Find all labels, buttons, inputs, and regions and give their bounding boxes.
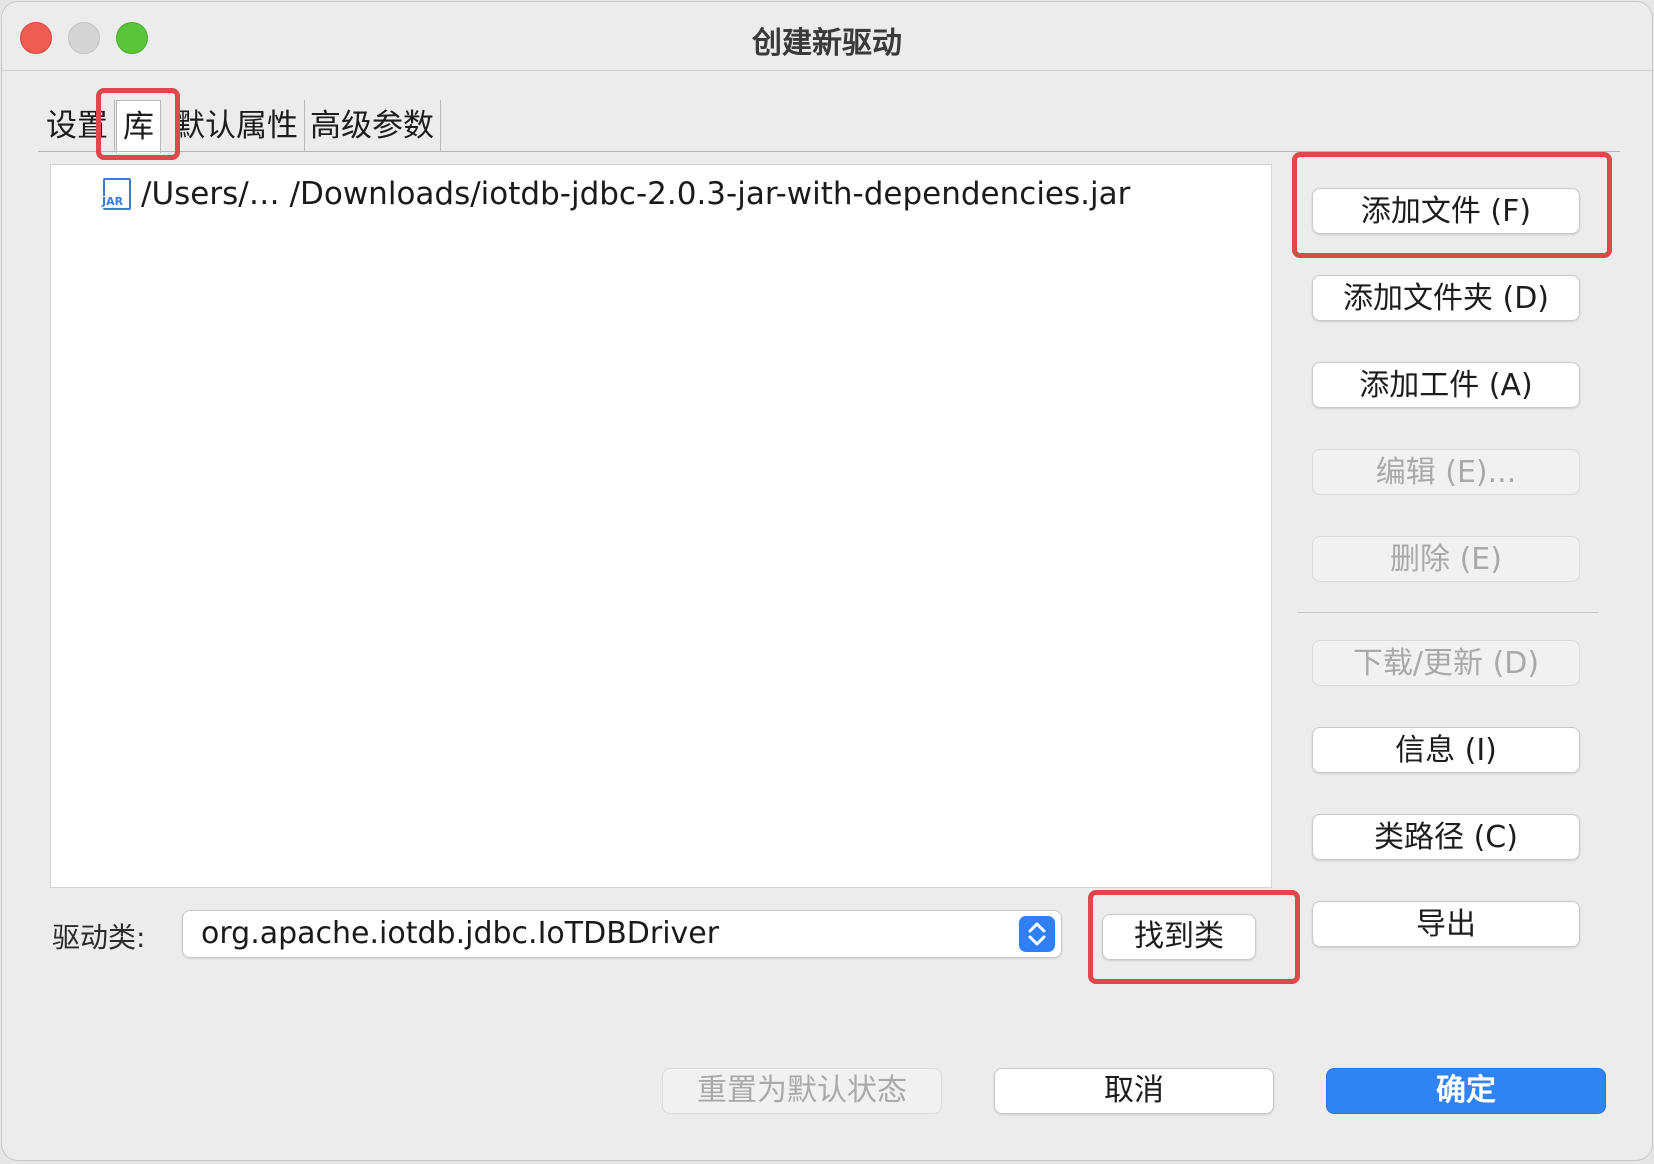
driver-class-label: 驱动类: — [52, 921, 146, 954]
ok-button[interactable]: 确定 — [1326, 1068, 1606, 1114]
list-item[interactable]: JAR /Users/… /Downloads/iotdb-jdbc-2.0.3… — [101, 171, 1131, 217]
download-update-button[interactable]: 下载/更新 (D) — [1312, 640, 1580, 686]
delete-button[interactable]: 删除 (E) — [1312, 536, 1580, 582]
button-separator — [1298, 612, 1598, 613]
add-file-button[interactable]: 添加文件 (F) — [1312, 188, 1580, 234]
library-file-list[interactable]: JAR /Users/… /Downloads/iotdb-jdbc-2.0.3… — [50, 164, 1272, 888]
chevron-up-down-icon[interactable] — [1019, 916, 1055, 952]
export-button[interactable]: 导出 — [1312, 901, 1580, 947]
info-button[interactable]: 信息 (I) — [1312, 727, 1580, 773]
title-bar: 创建新驱动 — [2, 2, 1652, 71]
tab-settings[interactable]: 设置 — [40, 100, 115, 152]
tab-default-properties[interactable]: 默认属性 — [168, 100, 305, 152]
file-path: /Users/… /Downloads/iotdb-jdbc-2.0.3-jar… — [141, 176, 1131, 212]
add-artifact-button[interactable]: 添加工件 (A) — [1312, 362, 1580, 408]
jar-file-icon: JAR — [101, 178, 131, 210]
tab-advanced-parameters[interactable]: 高级参数 — [304, 100, 441, 152]
driver-class-select[interactable]: org.apache.iotdb.jdbc.IoTDBDriver — [182, 910, 1062, 958]
driver-class-value: org.apache.iotdb.jdbc.IoTDBDriver — [201, 916, 720, 951]
find-class-button[interactable]: 找到类 — [1102, 914, 1256, 960]
add-folder-button[interactable]: 添加文件夹 (D) — [1312, 275, 1580, 321]
reset-defaults-button[interactable]: 重置为默认状态 — [662, 1068, 942, 1114]
edit-button[interactable]: 编辑 (E)... — [1312, 449, 1580, 495]
tab-libraries[interactable]: 库 — [116, 100, 161, 153]
tab-divider — [38, 151, 1620, 152]
cancel-button[interactable]: 取消 — [994, 1068, 1274, 1114]
classpath-button[interactable]: 类路径 (C) — [1312, 814, 1580, 860]
window-title: 创建新驱动 — [752, 26, 902, 61]
dialog-window: 创建新驱动 设置 库 默认属性 高级参数 JAR /Users/… /Downl… — [2, 2, 1652, 1160]
